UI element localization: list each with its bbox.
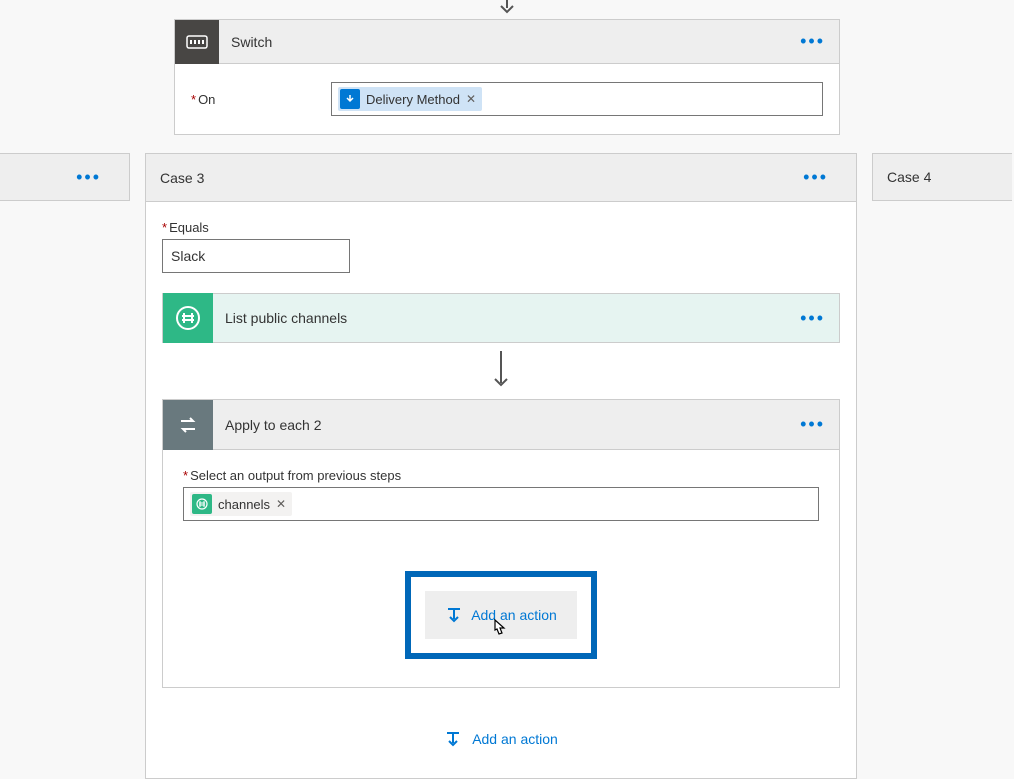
apply-to-each-card: Apply to each 2 ••• *Select an output fr…: [162, 399, 840, 688]
more-icon[interactable]: •••: [786, 31, 839, 52]
insert-step-icon: [445, 606, 463, 624]
select-output-label: *Select an output from previous steps: [183, 468, 819, 483]
remove-token-icon[interactable]: ✕: [276, 497, 286, 511]
insert-step-icon: [444, 730, 462, 748]
slack-icon: [163, 293, 213, 343]
channels-token[interactable]: channels ✕: [190, 492, 292, 516]
list-channels-card[interactable]: List public channels •••: [162, 293, 840, 343]
add-action-button[interactable]: Add an action: [162, 730, 840, 748]
loop-icon: [163, 400, 213, 450]
case-3-title: Case 3: [160, 170, 789, 186]
apply-title: Apply to each 2: [213, 417, 786, 433]
case-4-stub[interactable]: Case 4: [872, 153, 1012, 201]
list-channels-title: List public channels: [213, 310, 786, 326]
select-output-input[interactable]: channels ✕: [183, 487, 819, 521]
token-label: channels: [218, 497, 270, 512]
more-icon[interactable]: •••: [786, 308, 839, 329]
slack-icon: [192, 494, 212, 514]
more-icon[interactable]: •••: [62, 167, 115, 188]
switch-header[interactable]: Switch •••: [175, 20, 839, 64]
arrow-down-icon: [0, 0, 1014, 14]
more-icon[interactable]: •••: [789, 167, 842, 188]
on-label: *On: [191, 92, 331, 107]
token-label: Delivery Method: [366, 92, 460, 107]
remove-token-icon[interactable]: ✕: [466, 92, 476, 106]
add-action-button[interactable]: Add an action: [425, 591, 577, 639]
case-4-title: Case 4: [887, 169, 931, 185]
case-left-stub[interactable]: •••: [0, 153, 130, 201]
switch-title: Switch: [219, 34, 786, 50]
more-icon[interactable]: •••: [786, 414, 839, 435]
case-3-card: Case 3 ••• *Equals List public channels …: [145, 153, 857, 779]
apply-body: *Select an output from previous steps ch…: [163, 450, 839, 687]
add-action-highlight: Add an action: [405, 571, 597, 659]
add-action-label: Add an action: [472, 731, 558, 747]
add-action-label: Add an action: [471, 607, 557, 623]
case-3-body: *Equals List public channels •••: [146, 202, 856, 778]
arrow-down-icon: [162, 351, 840, 391]
case-row: ••• Case 3 ••• *Equals List public chann…: [0, 153, 1014, 779]
apply-header[interactable]: Apply to each 2 •••: [163, 400, 839, 450]
switch-icon: [175, 20, 219, 64]
forms-icon: [340, 89, 360, 109]
on-input[interactable]: Delivery Method ✕: [331, 82, 823, 116]
switch-card: Switch ••• *On Delivery Method ✕: [174, 19, 840, 135]
case-3-header[interactable]: Case 3 •••: [146, 154, 856, 202]
delivery-method-token[interactable]: Delivery Method ✕: [338, 87, 482, 111]
equals-input[interactable]: [162, 239, 350, 273]
switch-body: *On Delivery Method ✕: [175, 64, 839, 134]
equals-label: *Equals: [162, 220, 840, 235]
